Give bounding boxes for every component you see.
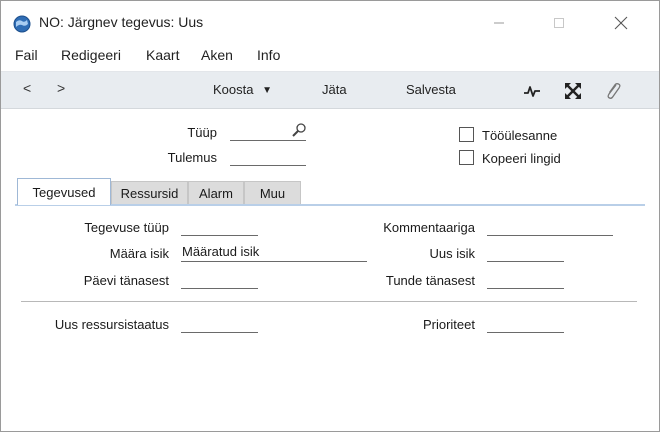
kommentaariga-label: Kommentaariga (383, 220, 475, 235)
menu-kaart[interactable]: Kaart (146, 47, 179, 63)
menu-bar: Fail Redigeeri Kaart Aken Info (1, 43, 659, 67)
tulemus-label: Tulemus (167, 150, 217, 165)
title-bar[interactable]: NO: Järgnev tegevus: Uus (1, 1, 659, 43)
tunde-tanasest-label: Tunde tänasest (385, 273, 475, 288)
close-button[interactable] (601, 10, 641, 36)
search-icon[interactable] (291, 122, 307, 138)
koosta-button[interactable]: Koosta ▼ (213, 82, 272, 97)
uus-ressursistaatus-label: Uus ressursistaatus (54, 317, 169, 332)
jata-button[interactable]: Jäta (322, 82, 347, 97)
menu-redigeeri[interactable]: Redigeeri (61, 47, 121, 63)
section-divider (21, 301, 637, 302)
toolesanne-label: Tööülesanne (482, 128, 558, 143)
tab-ressursid[interactable]: Ressursid (111, 181, 188, 204)
tunde-tanasest-field[interactable] (487, 271, 564, 289)
menu-fail[interactable]: Fail (15, 47, 38, 63)
menu-info[interactable]: Info (257, 47, 280, 63)
prioriteet-field[interactable] (487, 315, 564, 333)
maara-isik-label: Määra isik (109, 246, 169, 261)
paperclip-icon[interactable] (603, 82, 623, 100)
tab-muu[interactable]: Muu (244, 181, 301, 204)
next-record-button[interactable]: > (57, 80, 65, 96)
uus-isik-field[interactable] (487, 244, 564, 262)
app-globe-icon (13, 15, 31, 33)
menu-aken[interactable]: Aken (201, 47, 233, 63)
tulemus-field[interactable] (230, 148, 306, 166)
kopeeri-lingid-checkbox[interactable] (459, 150, 474, 165)
minimize-button[interactable] (479, 10, 519, 36)
window-title: NO: Järgnev tegevus: Uus (39, 14, 204, 30)
toolesanne-checkbox[interactable] (459, 127, 474, 142)
expand-icon[interactable] (563, 82, 583, 100)
close-icon (614, 16, 628, 30)
tegevuse-tyyp-field[interactable] (181, 218, 258, 236)
kommentaariga-field[interactable] (487, 218, 613, 236)
tyyp-label: Tüüp (187, 125, 217, 140)
toolbar: < > Koosta ▼ Jäta Salvesta (1, 71, 659, 109)
tab-alarm[interactable]: Alarm (188, 181, 244, 204)
paevi-tanasest-label: Päevi tänasest (83, 273, 169, 288)
paevi-tanasest-field[interactable] (181, 271, 258, 289)
maara-isik-field[interactable]: Määratud isik (181, 244, 367, 262)
koosta-label: Koosta (213, 82, 254, 97)
kopeeri-lingid-label: Kopeeri lingid (482, 151, 561, 166)
tab-tegevused[interactable]: Tegevused (17, 178, 111, 205)
uus-isik-label: Uus isik (429, 246, 475, 261)
activity-icon[interactable] (522, 82, 542, 100)
prioriteet-label: Prioriteet (422, 317, 475, 332)
uus-ressursistaatus-field[interactable] (181, 315, 258, 333)
chevron-down-icon: ▼ (262, 85, 273, 96)
maximize-icon (554, 18, 564, 28)
maximize-button[interactable] (539, 10, 579, 36)
tegevuse-tyyp-label: Tegevuse tüüp (84, 220, 169, 235)
salvesta-button[interactable]: Salvesta (406, 82, 456, 97)
prev-record-button[interactable]: < (23, 80, 31, 96)
record-window: NO: Järgnev tegevus: Uus Fail Redigeeri … (0, 0, 660, 432)
minimize-icon (494, 22, 504, 24)
